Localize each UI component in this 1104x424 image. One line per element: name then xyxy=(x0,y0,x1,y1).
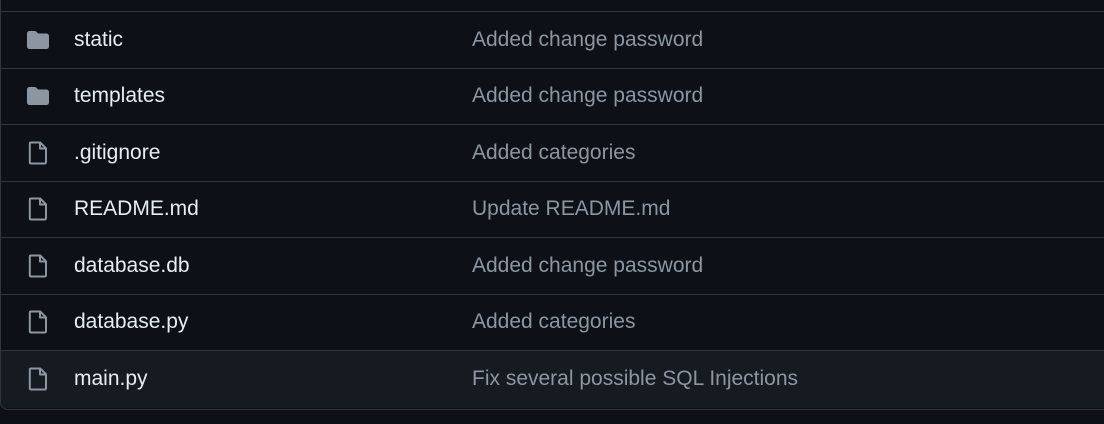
file-name-link[interactable]: database.db xyxy=(74,254,190,278)
file-name-link[interactable]: .gitignore xyxy=(74,141,160,165)
file-name-link[interactable]: README.md xyxy=(74,197,199,221)
file-icon xyxy=(26,197,50,221)
commit-message-link[interactable]: Added categories xyxy=(472,310,635,334)
file-row-readme[interactable]: README.md Update README.md xyxy=(1,182,1104,238)
file-name-link[interactable]: templates xyxy=(74,84,165,108)
file-icon xyxy=(26,141,50,165)
folder-icon xyxy=(26,28,50,52)
file-icon xyxy=(26,310,50,334)
file-row-gitignore[interactable]: .gitignore Added categories xyxy=(1,125,1104,182)
file-rows: static Added change password templates A… xyxy=(1,12,1104,408)
file-icon xyxy=(26,254,50,278)
commit-message-link[interactable]: Added categories xyxy=(472,141,635,165)
file-name-link[interactable]: database.py xyxy=(74,310,188,334)
file-name-link[interactable]: static xyxy=(74,28,123,52)
file-row-database-db[interactable]: database.db Added change password xyxy=(1,238,1104,295)
commit-message-link[interactable]: Update README.md xyxy=(472,197,670,221)
commit-message-link[interactable]: Added change password xyxy=(472,84,703,108)
file-name-link[interactable]: main.py xyxy=(74,367,148,391)
file-row-database-py[interactable]: database.py Added categories xyxy=(1,295,1104,351)
commit-message-link[interactable]: Added change password xyxy=(472,28,703,52)
commit-message-link[interactable]: Added change password xyxy=(472,254,703,278)
commit-message-link[interactable]: Fix several possible SQL Injections xyxy=(472,367,798,391)
folder-icon xyxy=(26,84,50,108)
file-list-table: static Added change password templates A… xyxy=(0,0,1104,410)
file-row-templates[interactable]: templates Added change password xyxy=(1,69,1104,125)
file-row-main-py[interactable]: main.py Fix several possible SQL Injecti… xyxy=(1,351,1104,408)
file-row-static[interactable]: static Added change password xyxy=(1,12,1104,69)
file-icon xyxy=(26,367,50,391)
